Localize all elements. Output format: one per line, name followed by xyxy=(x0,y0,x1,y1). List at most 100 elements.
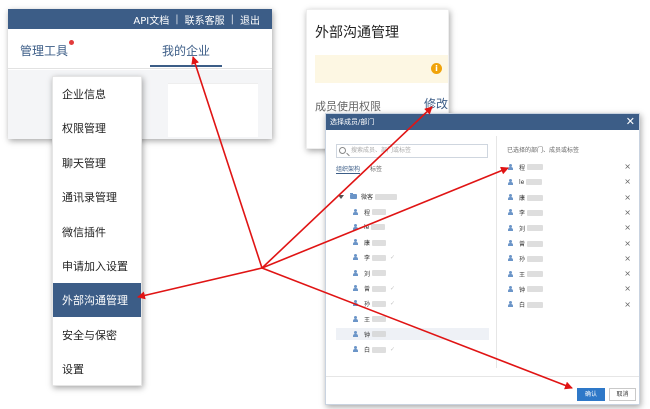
selected-member-row: 王 × xyxy=(507,268,633,280)
remove-icon[interactable]: × xyxy=(624,239,631,249)
tree-member-row[interactable]: 康 xyxy=(336,237,489,249)
tree-member-row[interactable]: 王 xyxy=(336,313,489,325)
person-icon xyxy=(352,315,359,323)
check-icon: ✓ xyxy=(390,346,396,354)
selected-member-row: 曾 × xyxy=(507,238,633,250)
remove-icon[interactable]: × xyxy=(624,223,631,233)
blurred-text xyxy=(527,240,544,247)
remove-icon[interactable]: × xyxy=(624,269,631,279)
blurred-text xyxy=(527,225,544,232)
menu-item[interactable]: 外部沟通管理 xyxy=(53,283,141,318)
tree-member-row[interactable]: 白 ✓ xyxy=(336,344,489,356)
check-icon: ✓ xyxy=(390,285,396,292)
person-icon xyxy=(507,255,514,262)
tree-member-row[interactable]: 刘 xyxy=(336,267,489,279)
person-icon xyxy=(352,208,359,216)
person-icon xyxy=(507,209,514,216)
select-members-dialog: 选择成员/部门 ✕ 搜索成员、部门或标签 组织架构 标签 微客 已选择的部门、成… xyxy=(325,113,640,405)
person-icon xyxy=(352,346,359,353)
close-icon[interactable]: ✕ xyxy=(626,115,635,129)
menu-item[interactable]: 权限管理 xyxy=(53,111,141,145)
blurred-text xyxy=(527,301,544,308)
selected-member-row: 钟 × xyxy=(507,283,633,295)
selected-member-row: le × xyxy=(507,176,633,188)
person-icon xyxy=(352,254,359,261)
modify-link[interactable]: 修改 xyxy=(424,95,448,112)
blurred-text xyxy=(527,194,544,201)
member-name: 康 xyxy=(519,195,526,203)
contact-support-link[interactable]: 联系客服 xyxy=(185,12,225,27)
caret-down-icon[interactable] xyxy=(338,194,344,199)
blurred-text xyxy=(372,300,387,307)
tree-member-row[interactable]: le xyxy=(336,221,489,233)
selected-member-row: 李 × xyxy=(507,207,633,219)
menu-item[interactable]: 微信插件 xyxy=(53,215,141,249)
tree-member-row[interactable]: 钟 xyxy=(336,328,489,341)
blurred-text xyxy=(371,224,386,231)
menu-item[interactable]: 聊天管理 xyxy=(53,146,141,180)
person-icon xyxy=(352,223,359,231)
search-input[interactable]: 搜索成员、部门或标签 xyxy=(336,144,488,158)
menu-item[interactable]: 申请加入设置 xyxy=(53,249,141,283)
side-menu: 企业信息 权限管理 聊天管理 通讯录管理 微信插件 申请加入设置 外部沟通管理 安全与保密 设置 xyxy=(52,76,142,386)
department-name: 微客 xyxy=(361,194,374,201)
blurred-text xyxy=(372,331,387,338)
member-name: 钟 xyxy=(364,331,371,339)
person-icon xyxy=(507,163,514,171)
member-name: 白 xyxy=(519,302,526,310)
info-icon: i xyxy=(431,63,442,74)
menu-item[interactable]: 通讯录管理 xyxy=(53,180,141,214)
logout-link[interactable]: 退出 xyxy=(240,12,260,27)
confirm-button[interactable]: 确认 xyxy=(577,388,605,401)
check-icon: ✓ xyxy=(390,300,396,308)
active-tab-underline xyxy=(336,173,360,174)
selected-member-row: 程 × xyxy=(507,161,633,173)
tab-my-enterprise[interactable]: 我的企业 xyxy=(150,42,222,59)
dialog-footer: 确认 取消 xyxy=(326,376,639,404)
remove-icon[interactable]: × xyxy=(624,162,631,172)
selected-member-row: 孙 × xyxy=(507,253,633,265)
check-icon: ✓ xyxy=(390,254,396,262)
tree-root-department[interactable]: 微客 xyxy=(338,192,398,201)
member-name: 李 xyxy=(364,255,371,263)
menu-item[interactable]: 企业信息 xyxy=(53,77,141,111)
person-icon xyxy=(507,194,514,201)
dialog-divider xyxy=(496,136,497,368)
member-name: 康 xyxy=(364,240,371,248)
remove-icon[interactable]: × xyxy=(624,254,631,264)
member-name: 王 xyxy=(364,316,371,324)
admin-content-card xyxy=(168,83,258,137)
blurred-text xyxy=(526,179,543,186)
menu-item[interactable]: 设置 xyxy=(53,352,141,386)
api-docs-link[interactable]: API文档 xyxy=(133,12,169,27)
blurred-text xyxy=(372,254,387,261)
blurred-text xyxy=(375,193,398,200)
tab-management-tools[interactable]: 管理工具 xyxy=(20,40,75,59)
member-name: 刘 xyxy=(364,270,371,278)
person-icon xyxy=(507,285,514,293)
tree-member-row[interactable]: 程 xyxy=(336,206,489,218)
blurred-text xyxy=(527,271,544,278)
remove-icon[interactable]: × xyxy=(624,284,631,294)
tab-tags[interactable]: 标签 xyxy=(370,164,382,173)
remove-icon[interactable]: × xyxy=(624,300,631,310)
tree-member-row[interactable]: 曾 ✓ xyxy=(336,283,489,295)
person-icon xyxy=(352,285,359,292)
tab-org-structure[interactable]: 组织架构 xyxy=(336,164,360,173)
selected-member-row: 刘 × xyxy=(507,222,633,234)
remove-icon[interactable]: × xyxy=(624,177,631,187)
blurred-text xyxy=(527,255,544,262)
tab-management-tools-label: 管理工具 xyxy=(20,44,69,58)
remove-icon[interactable]: × xyxy=(624,193,631,203)
person-icon xyxy=(507,224,514,232)
selected-member-row: 康 × xyxy=(507,192,633,204)
tree-member-row[interactable]: 李 ✓ xyxy=(336,252,489,264)
menu-item[interactable]: 安全与保密 xyxy=(53,318,141,352)
cancel-button[interactable]: 取消 xyxy=(609,388,636,401)
member-name: 白 xyxy=(364,347,371,355)
tree-member-row[interactable]: 孙 ✓ xyxy=(336,298,489,310)
person-icon xyxy=(352,330,359,338)
blurred-text xyxy=(372,209,387,215)
remove-icon[interactable]: × xyxy=(624,208,631,218)
blurred-text xyxy=(372,316,387,323)
